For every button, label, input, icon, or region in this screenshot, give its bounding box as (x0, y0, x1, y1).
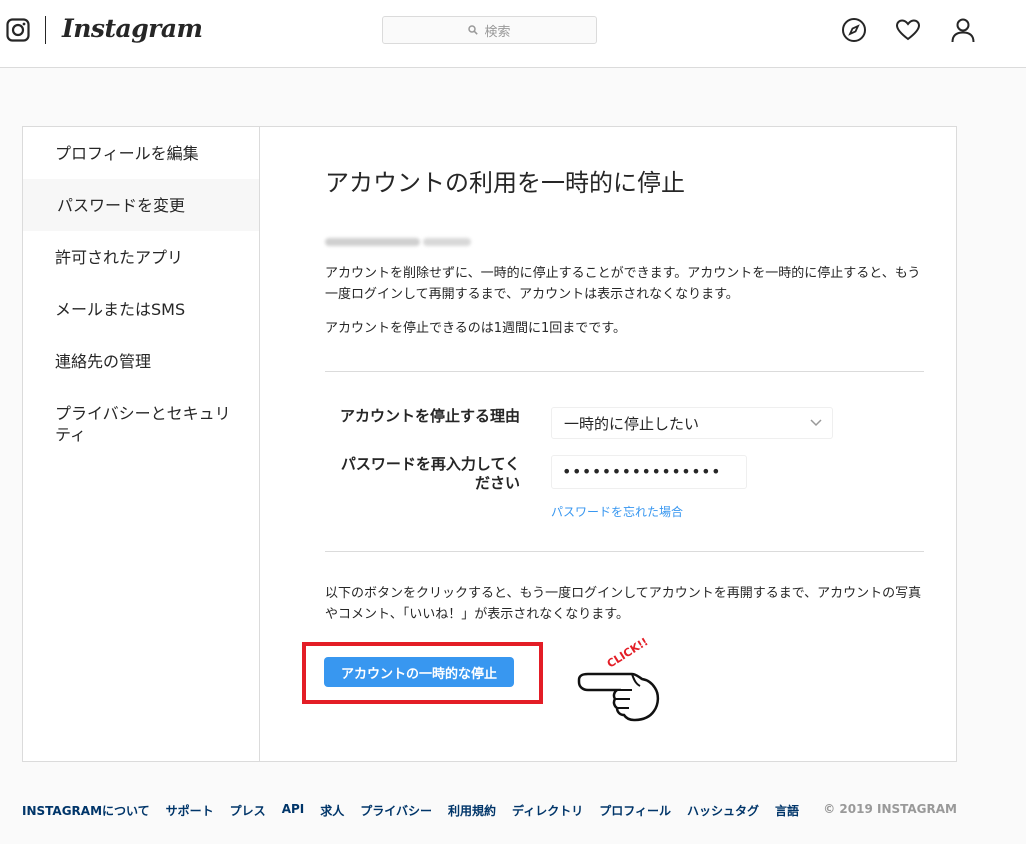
sidebar-item-authorized-apps[interactable]: 許可されたアプリ (23, 247, 259, 268)
footer-link-press[interactable]: プレス (230, 802, 266, 819)
reason-select[interactable]: 一時的に停止したい (551, 407, 833, 439)
search-icon (468, 25, 479, 35)
sidebar-item-email-sms[interactable]: メールまたはSMS (23, 299, 259, 320)
description-text: アカウントを削除せずに、一時的に停止することができます。アカウントを一時的に停止… (325, 266, 921, 302)
settings-card: プロフィールを編集 パスワードを変更 許可されたアプリ メールまたはSMS 連絡… (22, 126, 957, 762)
footer-link-privacy[interactable]: プライバシー (360, 802, 432, 819)
limit-notice-text: アカウントを停止できるのは1週間に1回までです。 (325, 321, 626, 336)
search-input[interactable]: 検索 (382, 16, 597, 44)
search-placeholder: 検索 (484, 24, 511, 40)
password-label: パスワードを再入力してく ださい (340, 455, 520, 492)
footer-links: INSTAGRAMについて サポート プレス API 求人 プライバシー 利用規… (22, 802, 799, 819)
sidebar-item-edit-profile[interactable]: プロフィールを編集 (23, 143, 259, 164)
footer-link-about[interactable]: INSTAGRAMについて (22, 802, 150, 819)
footer-link-hashtags[interactable]: ハッシュタグ (687, 802, 759, 819)
footer-link-jobs[interactable]: 求人 (320, 802, 344, 819)
sidebar-item-change-password[interactable]: パスワードを変更 (23, 179, 259, 231)
disable-account-panel: アカウントの利用を一時的に停止 アカウントを削除せずに、一時的に停止することがで… (261, 127, 956, 761)
footer: INSTAGRAMについて サポート プレス API 求人 プライバシー 利用規… (22, 802, 957, 822)
footer-link-language[interactable]: 言語 (775, 802, 799, 819)
instagram-logo-icon[interactable] (6, 18, 30, 42)
pointing-hand-icon: CLICK!! (577, 635, 660, 722)
top-navigation-bar: Instagram 検索 (0, 0, 1026, 68)
copyright-text: © 2019 INSTAGRAM (823, 802, 957, 816)
reason-select-value: 一時的に停止したい (564, 414, 700, 433)
instagram-wordmark[interactable]: Instagram (62, 14, 203, 43)
footer-link-terms[interactable]: 利用規約 (448, 802, 496, 819)
footer-link-api[interactable]: API (282, 802, 305, 819)
footer-link-support[interactable]: サポート (166, 802, 214, 819)
page-title: アカウントの利用を一時的に停止 (325, 169, 685, 197)
temporarily-disable-button[interactable]: アカウントの一時的な停止 (324, 657, 514, 687)
blurred-username (325, 233, 475, 251)
logo-divider (45, 16, 46, 44)
disable-notice-text: 以下のボタンをクリックすると、もう一度ログインしてアカウントを再開するまで、アカ… (325, 586, 922, 622)
footer-link-directory[interactable]: ディレクトリ (512, 802, 583, 819)
divider (325, 551, 924, 552)
sidebar-item-manage-contacts[interactable]: 連絡先の管理 (23, 351, 259, 372)
compass-icon[interactable] (841, 17, 867, 43)
chevron-down-icon (810, 419, 822, 427)
settings-sidebar: プロフィールを編集 パスワードを変更 許可されたアプリ メールまたはSMS 連絡… (23, 127, 260, 761)
click-annotation-text: CLICK!! (605, 635, 651, 670)
divider (325, 371, 924, 372)
profile-icon[interactable] (950, 17, 976, 43)
sidebar-item-privacy-security[interactable]: プライバシーとセキュリティ (23, 403, 238, 445)
password-field[interactable]: •••••••••••••••• (551, 455, 747, 489)
forgot-password-link[interactable]: パスワードを忘れた場合 (551, 503, 683, 520)
heart-icon[interactable] (895, 17, 921, 43)
reason-label: アカウントを停止する理由 (339, 407, 520, 425)
footer-link-profiles[interactable]: プロフィール (599, 802, 671, 819)
